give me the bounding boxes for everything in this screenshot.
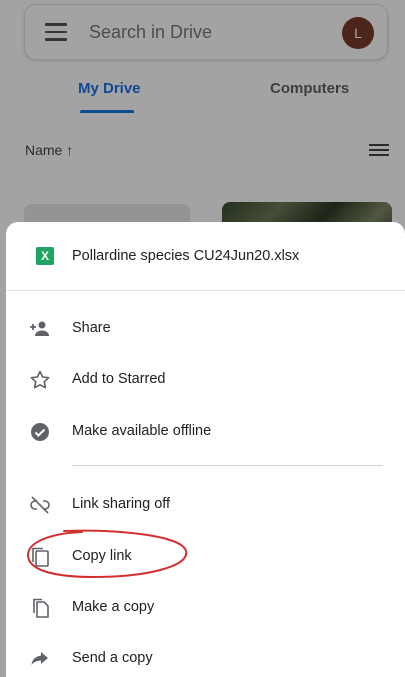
menu-item-make-a-copy[interactable]: Make a copy xyxy=(6,583,405,633)
menu-item-add-to-starred[interactable]: Add to Starred xyxy=(6,355,405,405)
file-actions-bottom-sheet: X Pollardine species CU24Jun20.xlsx Shar… xyxy=(6,222,405,677)
menu-item-make-available-offline[interactable]: Make available offline xyxy=(6,407,405,457)
file-copy-icon xyxy=(28,596,52,620)
star-outline-icon xyxy=(28,368,52,392)
divider xyxy=(6,290,405,291)
spreadsheet-icon: X xyxy=(36,247,54,265)
menu-item-label: Make available offline xyxy=(72,423,212,439)
file-name: Pollardine species CU24Jun20.xlsx xyxy=(72,248,300,264)
menu-item-label: Make a copy xyxy=(72,599,155,615)
menu-item-label: Add to Starred xyxy=(72,371,166,387)
menu-item-label: Link sharing off xyxy=(72,496,171,512)
send-arrow-icon xyxy=(28,647,52,671)
menu-item-copy-link[interactable]: Copy link xyxy=(6,532,405,582)
menu-item-label: Share xyxy=(72,320,111,336)
divider xyxy=(72,465,383,466)
menu-item-label: Send a copy xyxy=(72,650,153,666)
link-off-icon xyxy=(28,493,52,517)
menu-item-link-sharing-off[interactable]: Link sharing off xyxy=(6,480,405,530)
offline-check-icon xyxy=(28,420,52,444)
share-person-add-icon xyxy=(28,317,52,341)
sheet-file-header: X Pollardine species CU24Jun20.xlsx xyxy=(6,222,405,290)
menu-item-send-a-copy[interactable]: Send a copy xyxy=(6,634,405,677)
menu-item-label: Copy link xyxy=(72,548,132,564)
copy-icon xyxy=(28,545,52,569)
menu-item-share[interactable]: Share xyxy=(6,304,405,354)
